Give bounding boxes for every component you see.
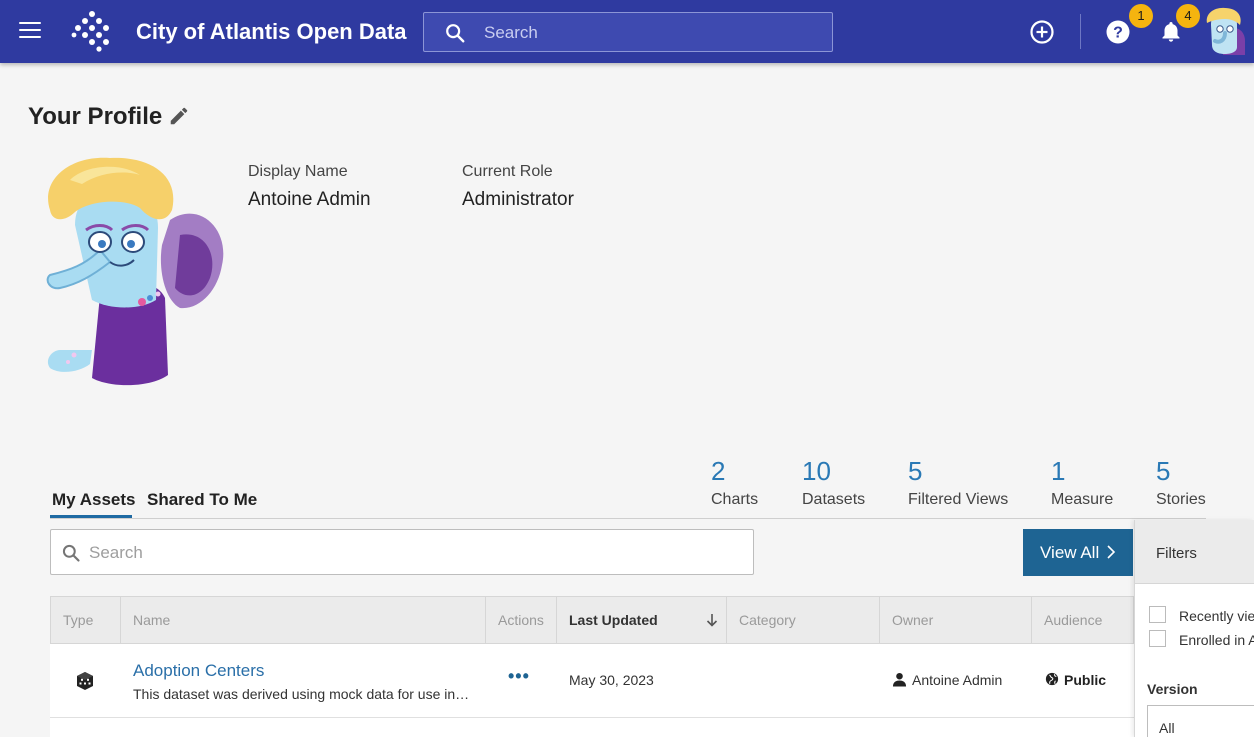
column-last-updated-label: Last Updated <box>569 612 658 628</box>
count-charts-label: Charts <box>711 491 759 508</box>
tabs-divider <box>50 518 1206 519</box>
current-role-value: Administrator <box>462 189 574 210</box>
view-all-button[interactable]: View All <box>1023 529 1133 576</box>
column-name[interactable]: Name <box>121 597 486 643</box>
display-name-value: Antoine Admin <box>248 189 371 210</box>
count-filtered-views-label: Filtered Views <box>908 491 1009 508</box>
asset-name-link[interactable]: Adoption Centers <box>133 661 264 681</box>
count-measure[interactable]: 1 Measure <box>1051 455 1113 509</box>
header-divider <box>1080 14 1081 49</box>
search-icon <box>446 24 465 43</box>
row-actions-button[interactable]: ••• <box>508 666 530 687</box>
filters-header: Filters <box>1135 520 1254 584</box>
audience-value: Public <box>1064 672 1107 688</box>
dataset-icon <box>77 672 93 690</box>
global-search-input[interactable] <box>484 21 814 45</box>
count-stories[interactable]: 5 Stories <box>1156 455 1206 509</box>
assets-table-header: Type Name Actions Last Updated Category … <box>50 596 1134 644</box>
table-row <box>50 718 1134 737</box>
globe-icon <box>1045 672 1059 686</box>
count-datasets-label: Datasets <box>802 491 866 508</box>
app-title[interactable]: City of Atlantis Open Data <box>136 19 407 45</box>
owner-value: Antoine Admin <box>912 672 1003 688</box>
add-icon[interactable] <box>1029 19 1055 45</box>
display-name-label: Display Name <box>248 163 348 180</box>
asset-search-input[interactable] <box>89 541 729 565</box>
svg-text:?: ? <box>1113 25 1123 42</box>
edit-pencil-icon[interactable] <box>168 105 190 127</box>
sort-down-icon[interactable] <box>705 613 719 627</box>
avatar[interactable] <box>1203 7 1247 55</box>
filter-checkbox-enrolled[interactable] <box>1149 630 1166 647</box>
search-icon <box>62 544 80 562</box>
count-stories-value: 5 <box>1156 456 1171 486</box>
column-audience[interactable]: Audience <box>1032 597 1135 643</box>
person-icon <box>892 672 907 687</box>
filters-title: Filters <box>1156 545 1197 562</box>
version-label: Version <box>1147 681 1198 697</box>
column-owner[interactable]: Owner <box>880 597 1032 643</box>
tab-shared-to-me[interactable]: Shared To Me <box>147 490 257 510</box>
count-measure-label: Measure <box>1051 491 1114 508</box>
column-last-updated[interactable]: Last Updated <box>557 597 727 643</box>
count-filtered-views-value: 5 <box>908 456 923 486</box>
chevron-right-icon <box>1107 544 1116 559</box>
version-select[interactable]: All <box>1147 705 1254 737</box>
filter-label-recently-viewed: Recently vie <box>1179 608 1254 624</box>
count-charts-value: 2 <box>711 456 726 486</box>
help-badge: 1 <box>1129 4 1153 28</box>
table-row: Adoption Centers This dataset was derive… <box>50 644 1134 718</box>
count-datasets[interactable]: 10 Datasets <box>802 455 865 509</box>
current-role-label: Current Role <box>462 163 553 180</box>
menu-icon[interactable] <box>19 22 41 40</box>
column-category[interactable]: Category <box>727 597 880 643</box>
asset-search[interactable] <box>50 529 754 575</box>
asset-description: This dataset was derived using mock data… <box>133 686 470 702</box>
global-search[interactable] <box>423 12 833 52</box>
page-title: Your Profile <box>28 103 163 130</box>
column-type[interactable]: Type <box>51 597 121 643</box>
help-icon[interactable]: ? <box>1105 19 1131 45</box>
count-datasets-value: 10 <box>802 456 831 486</box>
logo-icon[interactable] <box>70 10 114 52</box>
column-actions: Actions <box>486 597 557 643</box>
top-navigation-bar: City of Atlantis Open Data ? 1 4 <box>0 0 1254 63</box>
filter-checkbox-recently-viewed[interactable] <box>1149 606 1166 623</box>
tab-my-assets[interactable]: My Assets <box>52 490 135 510</box>
last-updated-value: May 30, 2023 <box>569 672 654 688</box>
view-all-label: View All <box>1040 542 1100 562</box>
count-measure-value: 1 <box>1051 456 1066 486</box>
profile-avatar <box>46 157 224 386</box>
notifications-badge: 4 <box>1176 4 1200 28</box>
filter-label-enrolled: Enrolled in A <box>1179 632 1254 648</box>
count-filtered-views[interactable]: 5 Filtered Views <box>908 455 1008 509</box>
count-stories-label: Stories <box>1156 491 1206 508</box>
filters-panel: Filters Recently vie Enrolled in A Versi… <box>1134 520 1254 737</box>
count-charts[interactable]: 2 Charts <box>711 455 758 509</box>
